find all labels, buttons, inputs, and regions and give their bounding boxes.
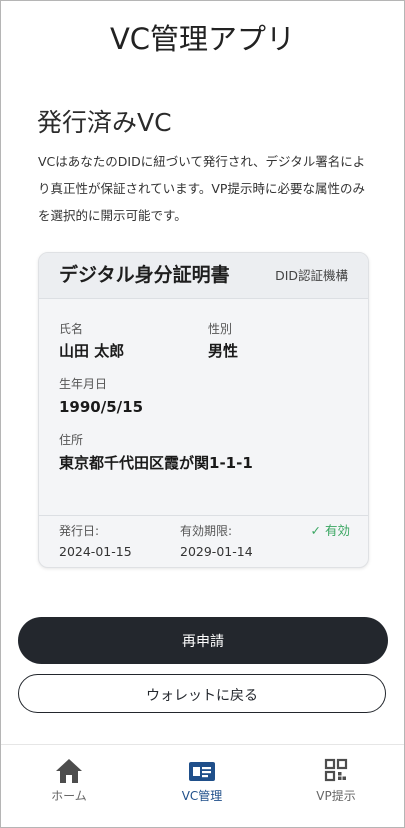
status-badge: ✓ 有効 bbox=[310, 523, 350, 538]
back-to-wallet-button[interactable]: ウォレットに戻る bbox=[18, 674, 386, 713]
qr-code-icon bbox=[324, 758, 348, 782]
id-card-icon bbox=[189, 762, 215, 781]
name-value: 山田 太郎 bbox=[59, 342, 125, 360]
reapply-button[interactable]: 再申請 bbox=[18, 617, 388, 664]
address-label: 住所 bbox=[59, 433, 84, 447]
card-header: デジタル身分証明書 DID認証機構 bbox=[39, 253, 368, 299]
tab-vp-present[interactable]: VP提示 bbox=[281, 757, 391, 817]
home-icon bbox=[56, 759, 82, 783]
expiry-date-value: 2029-01-14 bbox=[180, 544, 253, 559]
birthdate-value: 1990/5/15 bbox=[59, 398, 144, 416]
bottom-tab-bar: ホーム VC管理 VP提示 bbox=[1, 744, 404, 827]
credential-card[interactable]: デジタル身分証明書 DID認証機構 氏名 山田 太郎 性別 男性 生年月日 19… bbox=[38, 252, 369, 568]
expiry-date-label: 有効期限: bbox=[180, 524, 233, 538]
tab-home-label: ホーム bbox=[51, 789, 87, 803]
address-value: 東京都千代田区霞が関1-1-1 bbox=[59, 454, 253, 472]
app-screen: VC管理アプリ 発行済みVC VCはあなたのDIDに紐づいて発行され、デジタル署… bbox=[0, 0, 405, 828]
gender-label: 性別 bbox=[208, 322, 233, 336]
issued-date-label: 発行日: bbox=[59, 524, 100, 538]
birthdate-label: 生年月日 bbox=[59, 377, 108, 391]
issued-date-value: 2024-01-15 bbox=[59, 544, 132, 559]
name-label: 氏名 bbox=[59, 322, 84, 336]
tab-home[interactable]: ホーム bbox=[14, 757, 124, 817]
gender-value: 男性 bbox=[208, 342, 239, 360]
tab-vc-management-label: VC管理 bbox=[181, 789, 223, 803]
section-description: VCはあなたのDIDに紐づいて発行され、デジタル署名により真正性が保証されていま… bbox=[38, 154, 366, 223]
tab-vc-management[interactable]: VC管理 bbox=[147, 757, 257, 817]
app-title: VC管理アプリ bbox=[109, 22, 296, 56]
section-title: 発行済みVC bbox=[37, 108, 172, 137]
tab-vp-present-label: VP提示 bbox=[316, 789, 356, 803]
card-title: デジタル身分証明書 bbox=[59, 264, 230, 286]
card-issuer: DID認証機構 bbox=[275, 268, 348, 283]
card-footer: 発行日: 2024-01-15 有効期限: 2029-01-14 ✓ 有効 bbox=[39, 515, 368, 567]
